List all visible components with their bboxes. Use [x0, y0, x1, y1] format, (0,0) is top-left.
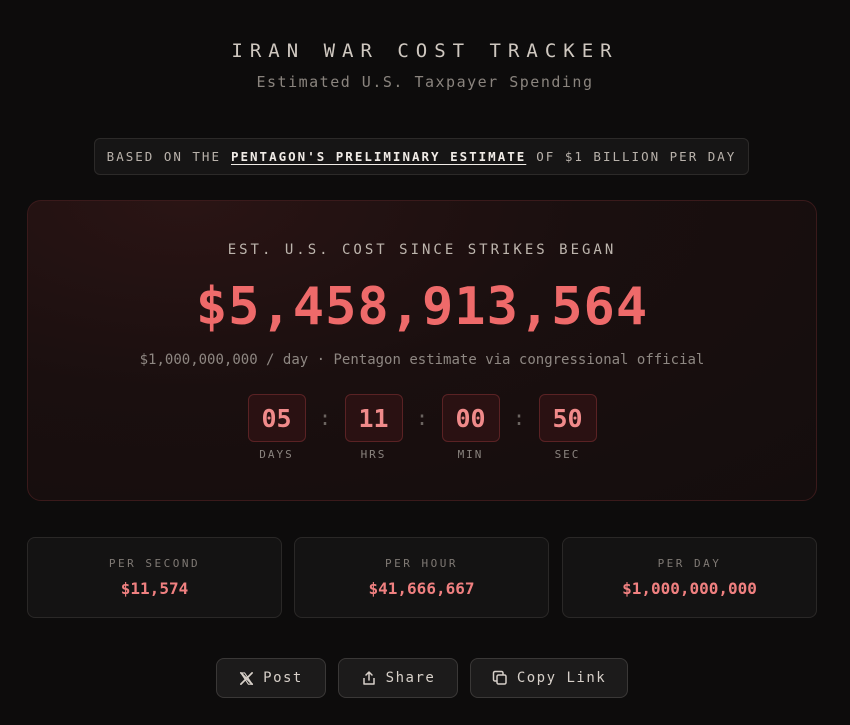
- source-banner: BASED ON THE PENTAGON'S PRELIMINARY ESTI…: [94, 138, 749, 175]
- pentagon-estimate-link[interactable]: PENTAGON'S PRELIMINARY ESTIMATE: [231, 149, 526, 164]
- total-cost-amount: $5,458,913,564: [195, 277, 649, 337]
- copy-link-button-label: Copy Link: [516, 670, 607, 686]
- stat-card-per-hour: PER HOUR $41,666,667: [294, 537, 549, 618]
- copy-icon: [492, 670, 508, 686]
- stat-card-per-day: PER DAY $1,000,000,000: [562, 537, 817, 618]
- share-button[interactable]: Share: [338, 658, 458, 698]
- stat-value: $11,574: [120, 579, 189, 598]
- post-button[interactable]: Post: [216, 658, 326, 698]
- timer-minutes-label: MIN: [457, 448, 484, 461]
- timer-days: 05 DAYS: [247, 394, 306, 461]
- timer-separator: :: [318, 406, 332, 430]
- source-prefix: BASED ON THE: [106, 149, 221, 164]
- page-subtitle: Estimated U.S. Taxpayer Spending: [256, 73, 594, 91]
- share-icon: [361, 670, 377, 686]
- counter-label: EST. U.S. COST SINCE STRIKES BEGAN: [227, 242, 617, 258]
- timer-separator: :: [415, 406, 429, 430]
- timer-minutes-value: 00: [441, 394, 500, 442]
- timer-separator: :: [512, 406, 526, 430]
- share-button-label: Share: [385, 670, 436, 686]
- elapsed-timer: 05 DAYS : 11 HRS : 00 MIN : 50 SEC: [28, 394, 816, 461]
- copy-link-button[interactable]: Copy Link: [470, 658, 628, 698]
- page-title: IRAN WAR COST TRACKER: [231, 40, 619, 62]
- stat-label: PER SECOND: [108, 557, 201, 570]
- cost-counter-card: EST. U.S. COST SINCE STRIKES BEGAN $5,45…: [27, 200, 817, 501]
- timer-seconds: 50 SEC: [538, 394, 597, 461]
- stat-label: PER DAY: [657, 557, 722, 570]
- stat-value: $41,666,667: [368, 579, 475, 598]
- timer-days-label: DAYS: [259, 448, 294, 461]
- timer-seconds-value: 50: [538, 394, 597, 442]
- timer-minutes: 00 MIN: [441, 394, 500, 461]
- post-button-label: Post: [263, 670, 303, 686]
- stat-label: PER HOUR: [385, 557, 458, 570]
- timer-seconds-label: SEC: [554, 448, 581, 461]
- stat-value: $1,000,000,000: [622, 579, 757, 598]
- source-suffix: OF $1 BILLION PER DAY: [536, 149, 737, 164]
- timer-hours-value: 11: [344, 394, 403, 442]
- timer-hours: 11 HRS: [344, 394, 403, 461]
- x-logo-icon: [239, 671, 254, 686]
- stat-card-per-second: PER SECOND $11,574: [27, 537, 282, 618]
- daily-rate-note: $1,000,000,000 / day · Pentagon estimate…: [139, 352, 705, 368]
- timer-days-value: 05: [247, 394, 306, 442]
- timer-hours-label: HRS: [360, 448, 387, 461]
